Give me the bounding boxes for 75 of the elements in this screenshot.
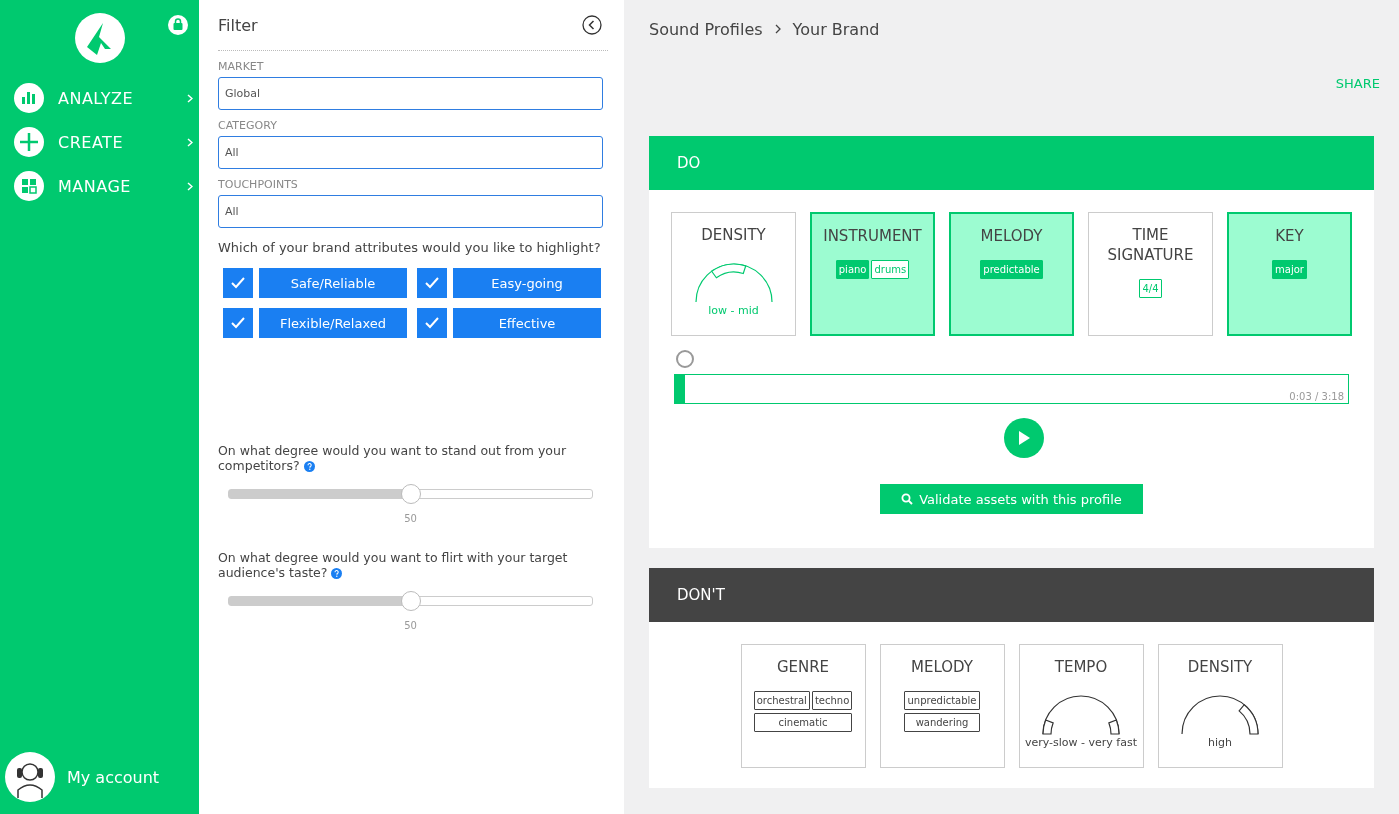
attribute-button[interactable]: Effective	[453, 308, 601, 338]
select-field[interactable]: All	[218, 136, 603, 169]
chevron-icon	[187, 137, 193, 147]
section-header: DON'T	[649, 568, 1374, 622]
logo-icon	[74, 13, 125, 63]
playhead-handle[interactable]	[676, 350, 695, 368]
checkbox[interactable]	[417, 268, 447, 298]
bar-chart-icon	[14, 83, 44, 113]
slider-question: On what degree would you want to stand out from your competitors?	[218, 443, 568, 473]
collapse-icon[interactable]	[582, 15, 602, 35]
breadcrumb-link[interactable]: Sound Profiles	[649, 19, 763, 39]
plus-icon	[14, 127, 44, 157]
field-label: CATEGORY	[218, 119, 278, 132]
card-title: DENSITY	[701, 225, 766, 245]
slider-thumb[interactable]	[400, 484, 421, 504]
slider-value: 50	[403, 513, 418, 524]
card-title: GENRE	[776, 657, 830, 677]
chevron-icon	[187, 93, 193, 103]
slider-question: On what degree would you want to flirt with your target audience's taste?	[218, 550, 569, 580]
gauge-caption: low - mid	[708, 304, 759, 317]
field-label: TOUCHPOINTS	[218, 178, 299, 191]
card-title: TEMPO	[1054, 657, 1108, 677]
checkmark-icon	[425, 317, 439, 329]
checkmark-icon	[231, 277, 245, 289]
nav-item[interactable]: ANALYZE	[0, 76, 199, 120]
card-title: DENSITY	[1187, 657, 1253, 677]
avatar-icon	[5, 752, 55, 802]
checkbox[interactable]	[223, 308, 253, 338]
tag: cinematic	[753, 713, 853, 732]
card-title: KEY	[1275, 226, 1304, 246]
tag: drums	[871, 260, 910, 279]
search-icon	[901, 493, 914, 505]
select-field[interactable]: Global	[218, 77, 603, 110]
play-button[interactable]	[1004, 418, 1044, 458]
slider-thumb[interactable]	[400, 591, 421, 611]
tag: predictable	[980, 260, 1043, 279]
tag: orchestral	[753, 691, 810, 710]
tag: piano	[835, 260, 870, 279]
checkmark-icon	[425, 277, 439, 289]
breadcrumb-link[interactable]: Your Brand	[792, 19, 880, 39]
section-header: DO	[649, 136, 1374, 190]
slider-value: 50	[403, 620, 418, 631]
help-icon[interactable]	[303, 461, 315, 472]
field-label: MARKET	[218, 60, 265, 73]
help-icon[interactable]	[331, 568, 343, 579]
checkbox[interactable]	[223, 268, 253, 298]
attribute-button[interactable]: Safe/Reliable	[259, 268, 407, 298]
play-icon	[1017, 430, 1031, 446]
chevron-icon	[774, 24, 781, 34]
gauge-caption: very-slow - very fast	[1025, 736, 1137, 749]
card-title: MELODY	[980, 226, 1043, 246]
tag: techno	[811, 691, 853, 710]
time-readout: 0:03 / 3:18	[1289, 391, 1344, 402]
attribute-button[interactable]: Flexible/Relaxed	[259, 308, 407, 338]
nav-item[interactable]: MANAGE	[0, 164, 199, 208]
nav-item[interactable]: CREATE	[0, 120, 199, 164]
gauge-caption: high	[1208, 736, 1232, 749]
validate-button[interactable]: Validate assets with this profile	[880, 484, 1143, 514]
card-title: TIME SIGNATURE	[1106, 225, 1195, 265]
attribute-button[interactable]: Easy-going	[453, 268, 601, 298]
account-link[interactable]: My account	[0, 752, 199, 814]
tag: wandering	[904, 713, 980, 732]
filter-title: Filter	[218, 15, 258, 35]
checkmark-icon	[231, 317, 245, 329]
card-title: INSTRUMENT	[823, 226, 922, 246]
checkbox[interactable]	[417, 308, 447, 338]
tag: unpredictable	[904, 691, 980, 710]
card-title: MELODY	[911, 657, 973, 677]
select-field[interactable]: All	[218, 195, 603, 228]
chevron-icon	[187, 181, 193, 191]
tag: major	[1272, 260, 1307, 279]
question-text: Which of your brand attributes would you like to highlight?	[218, 240, 602, 255]
grid-icon	[14, 171, 44, 201]
lock-icon[interactable]	[168, 15, 188, 35]
tag: 4/4	[1139, 279, 1162, 298]
